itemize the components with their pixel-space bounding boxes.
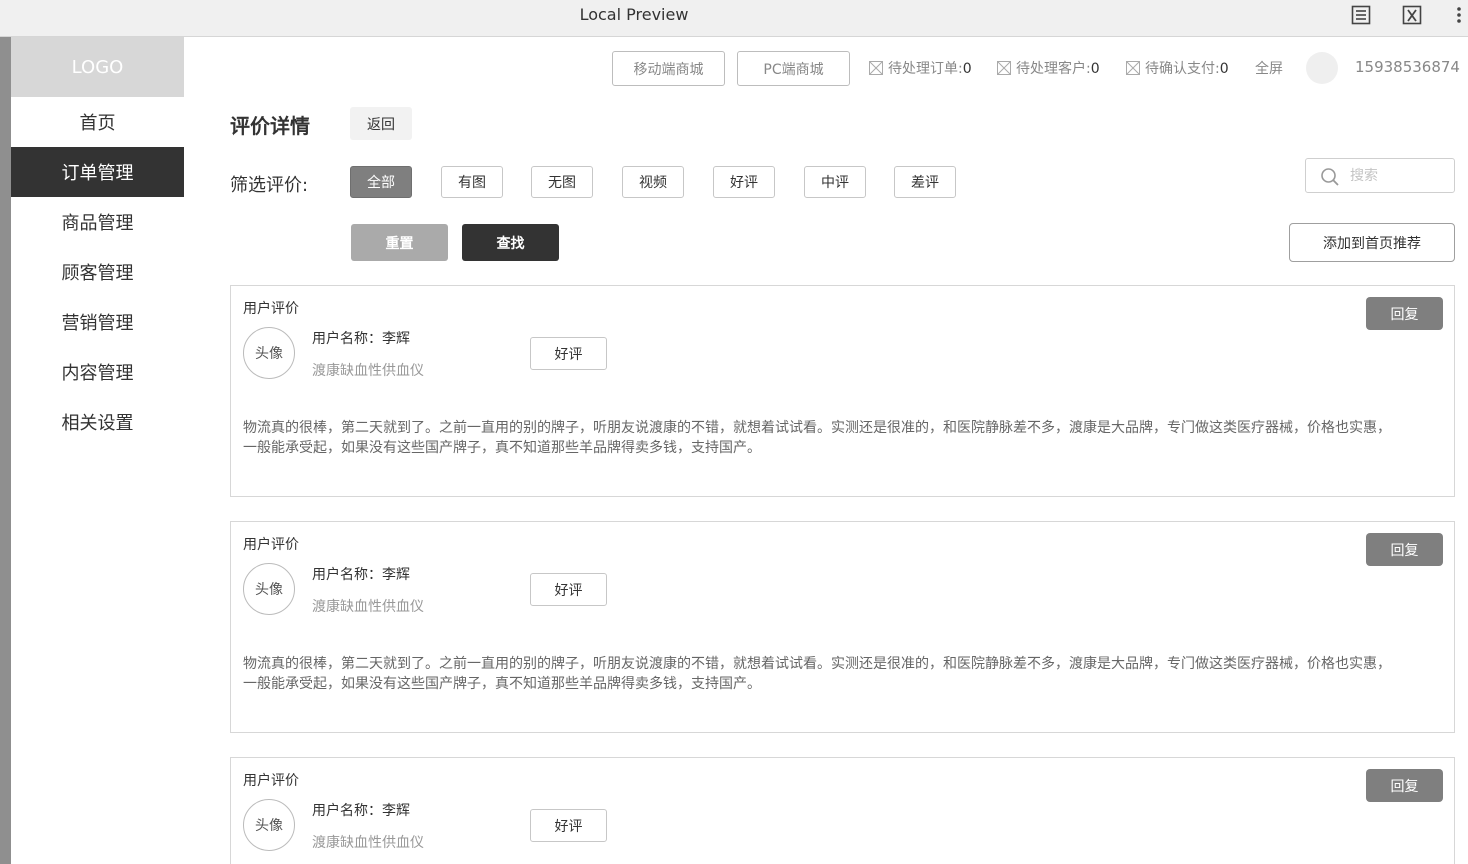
user-phone[interactable]: 15938536874: [1355, 58, 1460, 76]
logo: LOGO: [11, 37, 184, 97]
filter-negative[interactable]: 差评: [894, 166, 956, 198]
sidebar-item-products[interactable]: 商品管理: [11, 197, 184, 247]
review-user-name: 用户名称：李辉: [312, 803, 410, 819]
fullscreen-link[interactable]: 全屏: [1255, 58, 1283, 78]
user-avatar[interactable]: [1306, 52, 1338, 84]
search-box[interactable]: [1305, 158, 1455, 193]
review-text: 物流真的很棒，第二天就到了。之前一直用的别的牌子，听朋友说渡康的不错，就想着试试…: [243, 656, 1391, 692]
review-user-name: 用户名称：李辉: [312, 567, 410, 583]
pending-orders-count: 0: [962, 61, 972, 77]
title-bar: Local Preview: [0, 0, 1468, 37]
review-card: 用户评价 头像 用户名称：李辉 渡康缺血性供血仪 好评 回复: [230, 757, 1455, 864]
pending-customers-count: 0: [1090, 61, 1100, 77]
pending-customers-label: 待处理客户:: [1016, 61, 1091, 77]
filter-with-image[interactable]: 有图: [441, 166, 503, 198]
filter-video[interactable]: 视频: [622, 166, 684, 198]
pending-orders[interactable]: 待处理订单:0: [869, 58, 972, 78]
checkbox-icon: [869, 61, 883, 75]
excel-icon[interactable]: [1401, 4, 1423, 26]
search-input[interactable]: [1350, 165, 1446, 187]
review-rating-badge: 好评: [530, 337, 607, 370]
pending-payments[interactable]: 待确认支付:0: [1126, 58, 1229, 78]
review-heading: 用户评价: [243, 537, 299, 553]
reset-button[interactable]: 重置: [351, 224, 448, 261]
sidebar-item-orders[interactable]: 订单管理: [11, 147, 184, 197]
back-button[interactable]: 返回: [350, 107, 412, 140]
filter-label: 筛选评价:: [230, 175, 309, 196]
sidebar-item-settings[interactable]: 相关设置: [11, 397, 184, 447]
left-edge-strip: [0, 37, 11, 864]
review-product: 渡康缺血性供血仪: [312, 599, 424, 615]
sidebar: LOGO 首页 订单管理 商品管理 顾客管理 营销管理 内容管理 相关设置: [11, 37, 184, 864]
checkbox-icon: [997, 61, 1011, 75]
review-user-name: 用户名称：李辉: [312, 331, 410, 347]
find-button[interactable]: 查找: [462, 224, 559, 261]
review-rating-badge: 好评: [530, 573, 607, 606]
review-product: 渡康缺血性供血仪: [312, 835, 424, 851]
filter-all[interactable]: 全部: [350, 166, 412, 198]
pc-mall-button[interactable]: PC端商城: [737, 51, 850, 86]
pending-customers[interactable]: 待处理客户:0: [997, 58, 1100, 78]
reply-button[interactable]: 回复: [1366, 533, 1443, 566]
add-to-home-recommend-button[interactable]: 添加到首页推荐: [1289, 223, 1455, 262]
sidebar-item-marketing[interactable]: 营销管理: [11, 297, 184, 347]
search-icon: [1321, 168, 1339, 186]
filter-neutral[interactable]: 中评: [804, 166, 866, 198]
review-card: 用户评价 头像 用户名称：李辉 渡康缺血性供血仪 好评 回复 物流真的很棒，第二…: [230, 285, 1455, 497]
sidebar-item-customers[interactable]: 顾客管理: [11, 247, 184, 297]
avatar: 头像: [243, 563, 295, 615]
mobile-mall-button[interactable]: 移动端商城: [612, 51, 725, 86]
reply-button[interactable]: 回复: [1366, 297, 1443, 330]
window-title: Local Preview: [579, 5, 689, 24]
page-title: 评价详情: [230, 114, 310, 138]
sidebar-item-home[interactable]: 首页: [11, 97, 184, 147]
document-icon[interactable]: [1350, 4, 1372, 26]
avatar: 头像: [243, 327, 295, 379]
review-product: 渡康缺血性供血仪: [312, 363, 424, 379]
avatar: 头像: [243, 799, 295, 851]
filter-positive[interactable]: 好评: [713, 166, 775, 198]
pending-payments-label: 待确认支付:: [1145, 61, 1220, 77]
review-heading: 用户评价: [243, 301, 299, 317]
pending-payments-count: 0: [1219, 61, 1229, 77]
review-card: 用户评价 头像 用户名称：李辉 渡康缺血性供血仪 好评 回复 物流真的很棒，第二…: [230, 521, 1455, 733]
review-heading: 用户评价: [243, 773, 299, 789]
pending-orders-label: 待处理订单:: [888, 61, 963, 77]
sidebar-item-content[interactable]: 内容管理: [11, 347, 184, 397]
reply-button[interactable]: 回复: [1366, 769, 1443, 802]
review-text: 物流真的很棒，第二天就到了。之前一直用的别的牌子，听朋友说渡康的不错，就想着试试…: [243, 420, 1391, 456]
checkbox-icon: [1126, 61, 1140, 75]
more-icon[interactable]: [1454, 4, 1464, 26]
filter-no-image[interactable]: 无图: [531, 166, 593, 198]
review-rating-badge: 好评: [530, 809, 607, 842]
